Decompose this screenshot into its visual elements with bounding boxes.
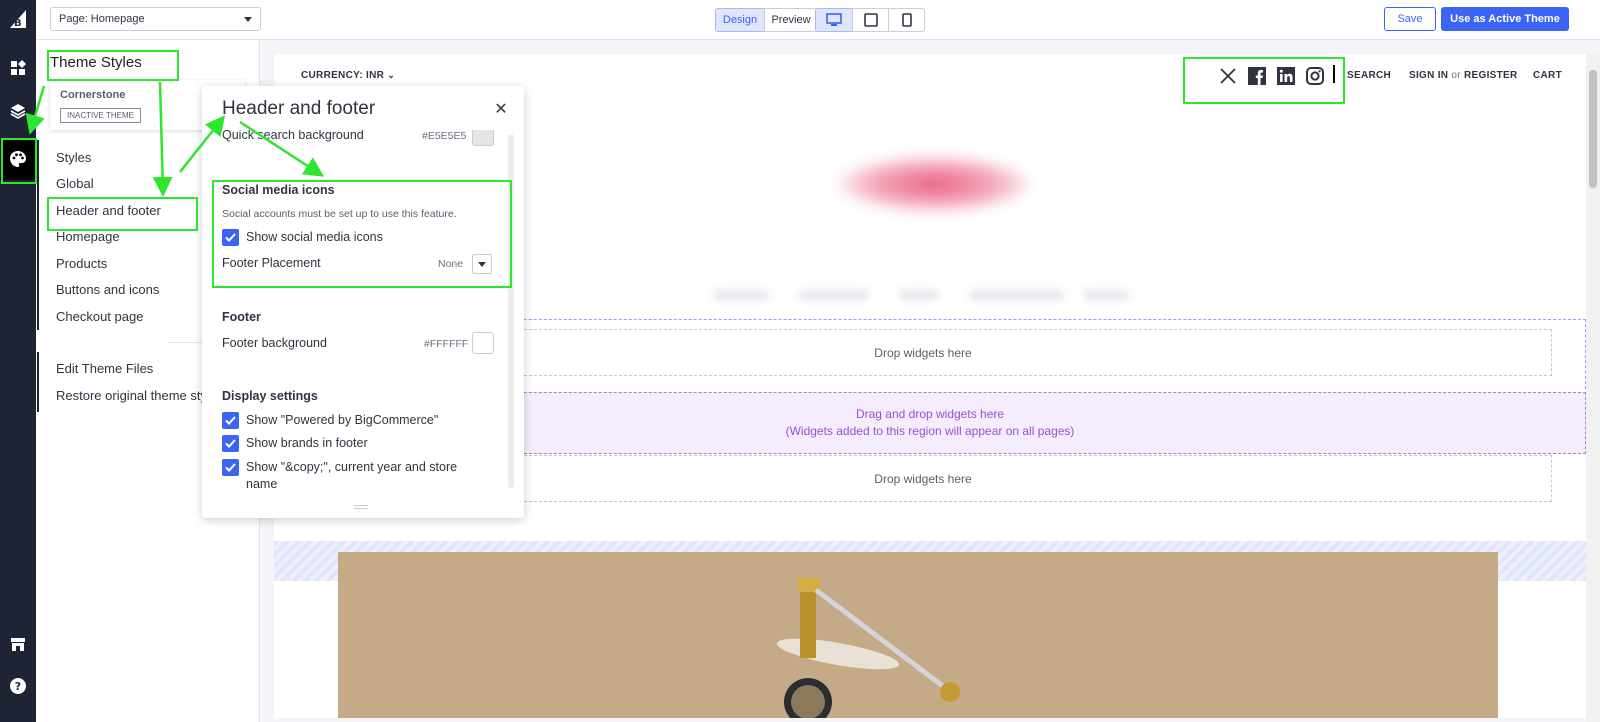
or-text: or [1451, 70, 1461, 81]
global-region-note: (Widgets added to this region will appea… [785, 424, 1075, 438]
page-select[interactable]: Page: Homepage [50, 7, 261, 31]
display-settings-heading: Display settings [222, 389, 318, 403]
blurred-menu-item[interactable] [899, 290, 939, 300]
blurred-menu-item[interactable] [969, 290, 1064, 300]
help-icon[interactable]: ? [0, 668, 36, 704]
theme-name: Cornerstone [60, 89, 126, 101]
svg-text:B: B [14, 18, 22, 29]
design-tab[interactable]: Design [715, 8, 765, 32]
sidebar-active-indicator [37, 140, 39, 330]
panel-title: Header and footer [222, 98, 376, 119]
sidebar-item-buttons-and-icons[interactable]: Buttons and icons [56, 282, 159, 297]
mobile-view-button[interactable] [888, 8, 925, 32]
show-copyright-label: Show "&copy;", current year and store na… [246, 460, 458, 491]
tablet-view-button[interactable] [852, 8, 889, 32]
account-links: SIGN IN or REGISTER [1409, 70, 1518, 81]
store-logo[interactable] [834, 154, 1034, 214]
search-link[interactable]: SEARCH [1347, 70, 1391, 81]
use-as-active-theme-button[interactable]: Use as Active Theme [1441, 7, 1569, 31]
annotation-theme-styles-label: Theme Styles [50, 54, 142, 71]
bigcommerce-logo-icon[interactable]: B [0, 0, 36, 36]
blurred-menu-item[interactable] [1084, 290, 1129, 300]
mobile-icon [901, 13, 912, 27]
save-button[interactable]: Save [1384, 7, 1436, 31]
tablet-icon [863, 13, 878, 27]
sidebar-item-products[interactable]: Products [56, 256, 107, 271]
footer-heading: Footer [222, 310, 261, 324]
top-toolbar: Page: Homepage Design Preview Save Use a… [36, 0, 1600, 40]
blurred-menu-item[interactable] [714, 290, 769, 300]
sidebar-section-indicator [37, 352, 39, 412]
layers-icon[interactable] [0, 93, 36, 129]
quick-search-background-value: #E5E5E5 [422, 130, 467, 142]
currency-label: CURRENCY: INR [301, 70, 385, 81]
annotation-box-store-social-icons [1183, 57, 1345, 104]
svg-text:?: ? [15, 680, 21, 693]
preview-tab[interactable]: Preview [764, 8, 818, 32]
app-rail: B ? [0, 0, 36, 722]
cart-link[interactable]: CART [1533, 70, 1562, 81]
show-copyright-checkbox[interactable] [222, 459, 239, 476]
storefront-icon[interactable] [0, 626, 36, 662]
show-powered-by-label: Show "Powered by BigCommerce" [246, 413, 439, 427]
sign-in-link[interactable]: SIGN IN [1409, 70, 1448, 81]
hero-image[interactable] [338, 552, 1498, 718]
quick-search-color-swatch[interactable] [472, 130, 494, 146]
global-region-title: Drag and drop widgets here [855, 407, 1005, 421]
panel-resize-handle[interactable] [354, 505, 368, 509]
show-brands-label: Show brands in footer [246, 436, 368, 450]
footer-background-value: #FFFFFF [424, 338, 469, 350]
chevron-down-icon [244, 17, 252, 22]
dashboard-icon[interactable] [0, 50, 36, 86]
sidebar-item-homepage[interactable]: Homepage [56, 229, 120, 244]
show-brands-checkbox[interactable] [222, 435, 239, 452]
currency-selector[interactable]: CURRENCY: INR ⌄ [301, 70, 395, 81]
register-link[interactable]: REGISTER [1464, 70, 1518, 81]
blurred-menu-item[interactable] [799, 290, 869, 300]
page-select-value: Page: Homepage [59, 13, 145, 25]
footer-background-label: Footer background [222, 336, 327, 350]
annotation-box-palette [1, 138, 37, 184]
chevron-down-icon: ⌄ [387, 70, 396, 80]
inactive-theme-badge: INACTIVE THEME [60, 108, 141, 123]
header-and-footer-panel: Header and footer ✕ Quick search backgro… [202, 86, 524, 518]
sidebar-item-styles[interactable]: Styles [56, 150, 91, 165]
annotation-box-header-and-footer [47, 197, 198, 231]
annotation-box-social-media-icons [212, 180, 512, 288]
sidebar-item-global[interactable]: Global [56, 176, 94, 191]
footer-background-swatch[interactable] [472, 332, 494, 354]
scrollbar-thumb[interactable] [1589, 70, 1597, 188]
edit-theme-files-link[interactable]: Edit Theme Files [56, 361, 153, 376]
desktop-view-button[interactable] [815, 8, 853, 32]
close-icon[interactable]: ✕ [492, 100, 510, 118]
quick-search-background-label: Quick search background [222, 130, 364, 142]
show-powered-by-checkbox[interactable] [222, 412, 239, 429]
sidebar-item-checkout-page[interactable]: Checkout page [56, 309, 143, 324]
desktop-icon [826, 13, 842, 26]
